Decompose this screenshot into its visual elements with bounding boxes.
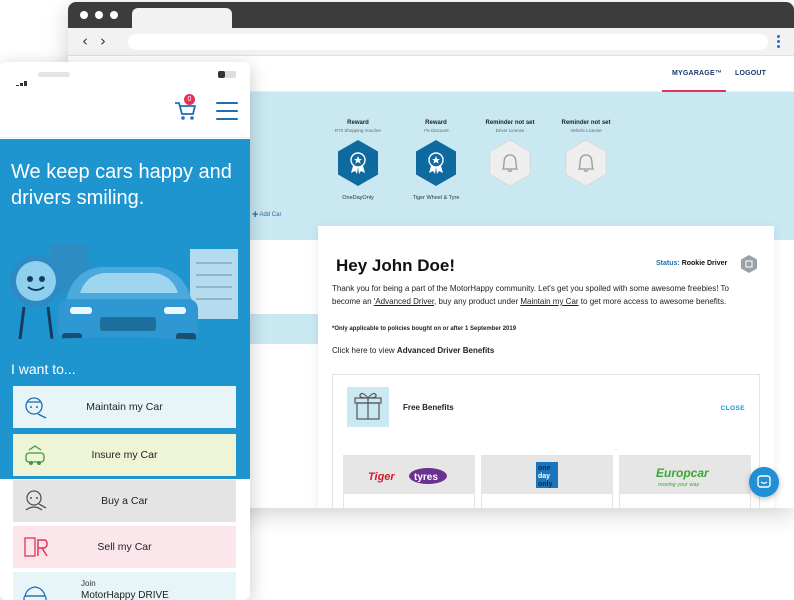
europcar-logo: Europcar moving your way <box>620 456 750 494</box>
hamburger-menu-icon[interactable] <box>216 102 238 126</box>
svg-text:moving your way: moving your way <box>658 482 701 488</box>
policy-note: *Only applicable to policies bought on o… <box>332 326 517 332</box>
battery-icon <box>218 71 236 78</box>
driver-status: Status: Rookie Driver <box>656 260 727 267</box>
badge-title: Reward <box>347 120 369 126</box>
reminder-badge[interactable]: Reminder not set Vehicle License <box>546 120 626 187</box>
badge-subtitle: R70 Shopping Voucher <box>334 128 382 133</box>
plus-icon: + <box>252 209 259 221</box>
badge-subtitle: Vehicle License <box>570 128 602 133</box>
browser-title-bar <box>68 2 794 30</box>
free-benefits-title: Free Benefits <box>403 403 454 412</box>
address-bar[interactable] <box>128 34 768 50</box>
onedayonly-logo: one day only <box>482 456 612 494</box>
forward-arrow-icon[interactable]: › <box>100 32 106 50</box>
chat-button[interactable] <box>749 467 779 497</box>
badge-subtitle: 7% Discount <box>423 128 449 133</box>
partner-card-tiger[interactable]: Tiger tyres <box>343 455 475 508</box>
svg-text:only: only <box>538 481 552 488</box>
cart-count-badge: 0 <box>184 94 195 105</box>
option-label: Insure my Car <box>91 449 158 461</box>
option-label: Sell my Car <box>97 541 152 553</box>
hero-section: We keep cars happy and drivers smiling. <box>0 139 250 479</box>
advanced-benefits-link[interactable]: Click here to view Advanced Driver Benef… <box>332 346 494 355</box>
status-level-icon <box>741 255 757 273</box>
option-label: Buy a Car <box>101 495 148 507</box>
window-dot <box>95 11 103 19</box>
badge-title: Reminder not set <box>561 120 611 126</box>
reward-badge[interactable]: Reward 7% Discount Tiger Wheel & Tyre <box>396 120 476 201</box>
partner-card-onedayonly[interactable]: one day only <box>481 455 613 508</box>
mobile-header: 0 <box>0 86 250 138</box>
option-buy-a-car[interactable]: Buy a Car <box>13 480 236 522</box>
greeting-heading: Hey John Doe! <box>336 256 456 275</box>
benefits-bold: Advanced Driver Benefits <box>396 346 495 355</box>
reminder-badge[interactable]: Reminder not set Driver License <box>470 120 550 187</box>
badge-subtitle: Driver License <box>495 128 525 133</box>
status-label: Status: <box>656 260 680 267</box>
award-ribbon-icon <box>416 140 456 186</box>
logout-link[interactable]: LOGOUT <box>735 70 766 77</box>
profile-card: Hey John Doe! Status: Rookie Driver Than… <box>318 226 774 508</box>
close-benefits-button[interactable]: CLOSE <box>721 405 745 412</box>
browser-toolbar: ‹ › <box>68 28 794 56</box>
option-label: Maintain my Car <box>86 401 163 413</box>
svg-text:Tiger: Tiger <box>368 471 395 483</box>
benefits-prefix: Click here to view <box>332 346 397 355</box>
i-want-to-label: I want to... <box>11 361 76 377</box>
carrier-placeholder <box>38 72 70 77</box>
option-label: MotorHappy DRIVE <box>81 590 169 600</box>
add-car-label: Add Car <box>259 212 282 218</box>
browser-menu-icon[interactable] <box>777 35 780 49</box>
side-panel-strip <box>248 314 318 344</box>
option-sell-my-car[interactable]: Sell my Car <box>13 526 236 568</box>
svg-text:day: day <box>538 473 550 480</box>
gift-icon <box>347 387 389 427</box>
bell-icon <box>489 139 531 187</box>
phone-status-bar <box>0 62 250 88</box>
option-maintain-my-car[interactable]: Maintain my Car <box>13 386 236 428</box>
svg-text:Europcar: Europcar <box>656 466 710 480</box>
add-car-link[interactable]: +Add Car <box>252 209 281 221</box>
status-value: Rookie Driver <box>681 260 728 267</box>
mygarage-link[interactable]: MYGARAGE™ <box>672 70 722 77</box>
badge-title: Reward <box>425 120 447 126</box>
window-dot <box>80 11 88 19</box>
mobile-device: 0 We keep cars happy and drivers smiling… <box>0 62 250 600</box>
bell-icon <box>565 139 607 187</box>
back-arrow-icon[interactable]: ‹ <box>82 32 88 50</box>
composite-screenshot: ‹ › MYGARAGE™ LOGOUT Reward R70 Shopping… <box>0 0 794 600</box>
hero-title: We keep cars happy and drivers smiling. <box>11 161 232 209</box>
option-join-drive[interactable]: Join MotorHappy DRIVE <box>13 572 236 600</box>
browser-tab[interactable] <box>132 8 232 30</box>
option-insure-my-car[interactable]: Insure my Car <box>13 434 236 476</box>
drive-club-icon <box>23 586 47 600</box>
badge-caption: OneDayOnly <box>342 195 374 201</box>
svg-text:one: one <box>538 465 551 472</box>
intro-text: to get more access to awesome benefits. <box>578 297 727 306</box>
maintain-my-car-link[interactable]: Maintain my Car <box>520 297 578 306</box>
intro-text: , buy any product under <box>434 297 521 306</box>
tiger-wheel-logo: Tiger tyres <box>344 456 474 494</box>
window-dot <box>110 11 118 19</box>
intro-paragraph: Thank you for being a part of the MotorH… <box>332 282 752 308</box>
option-sublabel: Join <box>81 579 96 588</box>
free-benefits-panel: Free Benefits CLOSE Tiger tyres one day … <box>332 374 760 508</box>
chat-icon <box>757 475 771 488</box>
award-ribbon-icon <box>338 140 378 186</box>
reward-badge[interactable]: Reward R70 Shopping Voucher OneDayOnly <box>318 120 398 201</box>
badge-caption: Tiger Wheel & Tyre <box>412 195 460 201</box>
svg-text:tyres: tyres <box>414 472 438 483</box>
advanced-driver-link[interactable]: 'Advanced Driver <box>374 297 434 306</box>
partner-card-europcar[interactable]: Europcar moving your way <box>619 455 751 508</box>
badge-title: Reminder not set <box>485 120 535 126</box>
